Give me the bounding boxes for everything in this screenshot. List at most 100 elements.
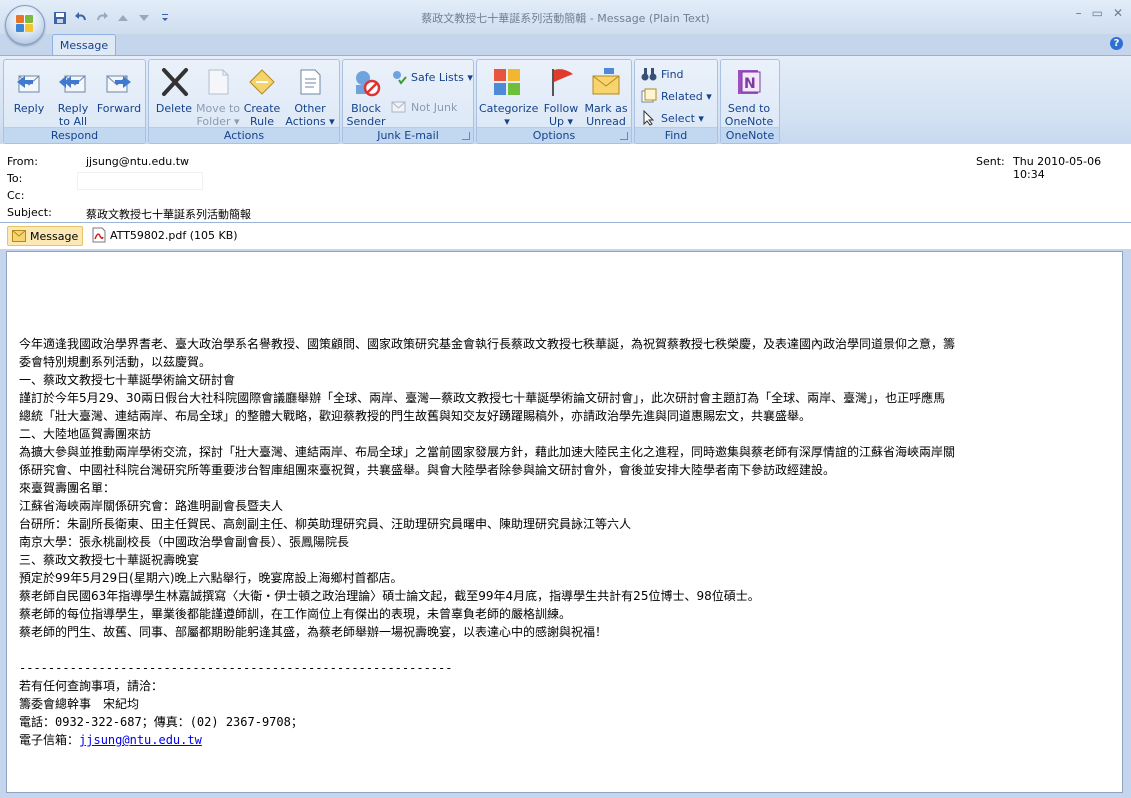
select-button[interactable]: Select ▾ [641,109,704,127]
group-find: Find Related ▾ Select ▾ Find [634,59,718,144]
group-options: Categorize ▾ Follow Up ▾ Mark as Unread … [476,59,632,144]
ribbon-tab-row [0,34,1131,56]
binoculars-icon [641,66,657,82]
body-line: 總統「壯大臺灣、連結兩岸、布局全球」的整體大戰略，歡迎蔡教授的門生故舊與知交友好… [19,409,812,423]
to-label: To: [7,172,23,185]
ribbon: Reply Reply to All Forward Respond Delet… [0,55,1131,145]
group-junk-email: Block Sender Safe Lists ▾ Not Junk Junk … [342,59,474,144]
message-header: From: jjsung@ntu.edu.tw To: Cc: Subject:… [0,144,1131,223]
contact-email-label: 電子信箱： [19,733,80,747]
attachment-bar: Message ATT59802.pdf (105 KB) [0,223,1131,250]
contact-phone: 電話：0932-322-687；傳真：(02) 2367-9708； [19,715,303,729]
block-sender-icon [350,66,382,98]
body-line: 江蘇省海峽兩岸關係研究會：路進明副會長暨夫人 [19,499,284,513]
body-line: 台研所：朱副所長衛東、田主任賀民、高劍副主任、柳英助理研究員、汪助理研究員曙申、… [19,517,632,531]
body-line: 南京大學：張永桃副校長（中國政治學會副會長）、張鳳陽院長 [19,535,350,549]
mark-as-unread-button[interactable]: Mark as Unread [583,63,629,128]
forward-button[interactable]: Forward [96,63,142,115]
window-title: 蔡政文教授七十華誕系列活動簡輯 - Message (Plain Text) [421,12,710,25]
group-respond: Reply Reply to All Forward Respond [3,59,146,144]
divider-line: ----------------------------------------… [19,661,453,675]
move-to-folder-icon [202,66,234,98]
from-label: From: [7,155,38,168]
junk-email-dialog-launcher[interactable] [462,132,470,140]
pdf-attachment[interactable]: ATT59802.pdf (105 KB) [88,226,242,244]
group-onenote: N Send to OneNote OneNote [720,59,780,144]
create-rule-icon [246,66,278,98]
not-junk-icon [391,99,407,115]
body-line: 二、大陸地區賀壽團來訪 [19,427,152,441]
message-attachment-tab[interactable]: Message [7,226,84,246]
reply-all-icon [57,66,89,98]
contact-email-link[interactable]: jjsung@ntu.edu.tw [79,733,202,747]
office-button[interactable] [5,5,45,45]
cc-label: Cc: [7,189,25,202]
body-line: 委會特別規劃系列活動，以茲慶賀。 [19,355,212,369]
from-value[interactable]: jjsung@ntu.edu.tw [86,155,189,168]
onenote-icon: N [733,66,765,98]
message-body-text: 今年適逢我國政治學界耆老、臺大政治學系名譽教授、國策顧問、國家政策研究基金會執行… [19,335,1114,749]
options-dialog-launcher[interactable] [620,132,628,140]
contact-intro: 若有任何查詢事項，請洽： [19,679,164,693]
body-line: 蔡老師的每位指導學生，畢業後都能謹遵師訓，在工作崗位上有傑出的表現，未曾辜負老師… [19,607,572,621]
svg-text:N: N [744,76,756,92]
not-junk-button[interactable]: Not Junk [391,98,457,116]
sent-value: Thu 2010-05-06 10:34 [1013,155,1102,181]
safe-lists-button[interactable]: Safe Lists ▾ [391,68,473,86]
reply-icon [13,66,45,98]
body-line: 係研究會、中國社科院台灣研究所等重要涉台智庫組團來臺祝賀，共襄盛舉。與會大陸學者… [19,463,836,477]
delete-icon [158,66,190,98]
categorize-button[interactable]: Categorize ▾ [479,63,538,128]
group-label-options: Options [477,127,631,143]
create-rule-button[interactable]: Create Rule [239,63,285,128]
follow-up-flag-icon [545,66,577,98]
other-actions-icon [294,66,326,98]
restore-button[interactable]: ▭ [1092,6,1103,20]
sent-label: Sent: [976,155,1005,168]
related-messages-icon [641,88,657,104]
group-label-onenote: OneNote [721,127,779,143]
delete-button[interactable]: Delete [151,63,197,115]
follow-up-button[interactable]: Follow Up ▾ [539,63,583,128]
send-to-onenote-button[interactable]: N Send to OneNote [724,63,774,128]
office-logo-icon [16,15,34,33]
body-line: 蔡老師自民國63年指導學生林嘉誠撰寫〈大衛・伊士頓之政治理論〉碩士論文起，截至9… [19,589,760,603]
reply-button[interactable]: Reply [6,63,52,115]
body-line: 謹訂於今年5月29、30兩日假台大社科院國際會議廳舉辦「全球、兩岸、臺灣—蔡政文… [19,391,946,405]
window-controls: – ▭ ✕ [1076,6,1123,20]
forward-icon [103,66,135,98]
minimize-button[interactable]: – [1076,6,1082,20]
body-line: 一、蔡政文教授七十華誕學術論文研討會 [19,373,236,387]
subject-label: Subject: [7,206,52,219]
group-label-find: Find [635,127,717,143]
categorize-icon [491,66,523,98]
block-sender-button[interactable]: Block Sender [343,63,389,128]
mark-as-unread-icon [590,66,622,98]
body-line: 來臺賀壽團名單： [19,481,116,495]
body-line: 預定於99年5月29日(星期六)晚上六點舉行，晚宴席設上海鄉村首都店。 [19,571,403,585]
tab-message[interactable]: Message [52,34,116,57]
subject-value: 蔡政文教授七十華誕系列活動簡報 [86,208,251,221]
contact-email-line: 電子信箱：jjsung@ntu.edu.tw [19,731,1114,749]
to-value [77,172,203,190]
body-line: 三、蔡政文教授七十華誕祝壽晚宴 [19,553,200,567]
safe-lists-icon [391,69,407,85]
close-button[interactable]: ✕ [1113,6,1123,20]
move-to-folder-button[interactable]: Move to Folder ▾ [195,63,241,128]
help-icon[interactable]: ? [1110,37,1123,50]
find-button[interactable]: Find [641,65,684,83]
group-label-respond: Respond [4,127,145,143]
message-body[interactable]: 今年適逢我國政治學界耆老、臺大政治學系名譽教授、國策顧問、國家政策研究基金會執行… [6,251,1123,793]
group-label-junk-email: Junk E-mail [343,127,473,143]
body-line: 蔡老師的門生、故舊、同事、部屬都期盼能躬逢其盛，為蔡老師舉辦一場祝壽晚宴，以表達… [19,625,608,639]
other-actions-button[interactable]: Other Actions ▾ [285,63,335,128]
envelope-icon [12,230,26,242]
reply-all-button[interactable]: Reply to All [50,63,96,128]
contact-person: 籌委會總幹事 宋紀均 [19,697,140,711]
related-button[interactable]: Related ▾ [641,87,712,105]
select-cursor-icon [641,109,657,126]
group-label-actions: Actions [149,127,339,143]
pdf-file-icon [92,227,106,243]
body-line: 為擴大參與並推動兩岸學術交流，探討「壯大臺灣、連結兩岸、布局全球」之當前國家發展… [19,445,956,459]
